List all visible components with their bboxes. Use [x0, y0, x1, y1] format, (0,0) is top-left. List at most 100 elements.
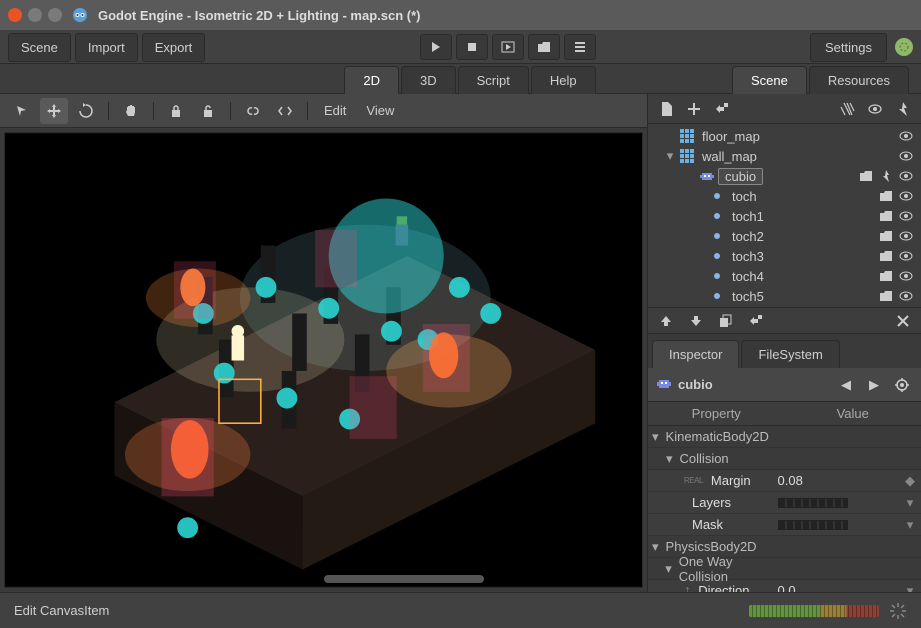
tab-resources[interactable]: Resources: [809, 66, 909, 94]
update-spinner-icon[interactable]: [895, 38, 913, 56]
property-value[interactable]: 0.08: [778, 473, 904, 488]
list-button[interactable]: [564, 34, 596, 60]
import-menu[interactable]: Import: [75, 33, 138, 62]
tab-help[interactable]: Help: [531, 66, 596, 94]
reparent2-button[interactable]: [744, 310, 768, 332]
eye-icon[interactable]: [897, 147, 915, 165]
eye-icon[interactable]: [897, 287, 915, 305]
node-label[interactable]: toch4: [728, 268, 768, 285]
eye-icon[interactable]: [897, 187, 915, 205]
node-label[interactable]: toch3: [728, 248, 768, 265]
code-tool[interactable]: [271, 98, 299, 124]
viewport-scrollbar[interactable]: [324, 575, 484, 583]
new-node-button[interactable]: [654, 98, 678, 120]
tree-row-toch5[interactable]: toch5: [648, 286, 921, 306]
move-tool[interactable]: [40, 98, 68, 124]
node-label[interactable]: wall_map: [698, 148, 761, 165]
tree-row-floor_map[interactable]: floor_map: [648, 126, 921, 146]
bolt-icon[interactable]: [877, 167, 895, 185]
link-tool[interactable]: [239, 98, 267, 124]
script-button[interactable]: [891, 98, 915, 120]
clear-button[interactable]: [835, 98, 859, 120]
eye-icon[interactable]: [897, 127, 915, 145]
tab-3d[interactable]: 3D: [401, 66, 456, 94]
node-label[interactable]: floor_map: [698, 128, 764, 145]
property-row[interactable]: Layers▾: [648, 492, 921, 514]
play-scene-button[interactable]: [492, 34, 524, 60]
viewport-2d[interactable]: [4, 132, 643, 588]
tree-row-toch2[interactable]: toch2: [648, 226, 921, 246]
window-close-button[interactable]: [8, 8, 22, 22]
folder-icon[interactable]: [877, 287, 895, 305]
folder-icon[interactable]: [877, 247, 895, 265]
scene-tree[interactable]: floor_map ▾ wall_mapcubio toch toch1 toch2 toc…: [648, 124, 921, 307]
play-button[interactable]: [420, 34, 452, 60]
property-value[interactable]: [778, 520, 904, 530]
property-row[interactable]: ▾Collision: [648, 448, 921, 470]
anchor-button[interactable]: [863, 98, 887, 120]
node-label[interactable]: cubio: [718, 168, 763, 185]
property-row[interactable]: REALMargin0.08◆: [648, 470, 921, 492]
eye-icon[interactable]: [897, 207, 915, 225]
tree-row-toch[interactable]: toch: [648, 186, 921, 206]
rotate-tool[interactable]: [72, 98, 100, 124]
move-down-button[interactable]: [684, 310, 708, 332]
tree-row-toch4[interactable]: toch4: [648, 266, 921, 286]
tab-script[interactable]: Script: [458, 66, 529, 94]
settings-button[interactable]: Settings: [810, 33, 887, 62]
delete-node-button[interactable]: [891, 310, 915, 332]
stop-button[interactable]: [456, 34, 488, 60]
tree-row-cubio[interactable]: cubio: [648, 166, 921, 186]
pan-tool[interactable]: [117, 98, 145, 124]
view-menu[interactable]: View: [358, 99, 402, 122]
select-tool[interactable]: [8, 98, 36, 124]
move-up-button[interactable]: [654, 310, 678, 332]
more-icon[interactable]: ▾: [903, 517, 917, 533]
window-minimize-button[interactable]: [28, 8, 42, 22]
add-node-button[interactable]: [682, 98, 706, 120]
more-icon[interactable]: ◆: [903, 473, 917, 489]
tree-row-wall_map[interactable]: ▾ wall_map: [648, 146, 921, 166]
scene-menu[interactable]: Scene: [8, 33, 71, 62]
node-label[interactable]: toch1: [728, 208, 768, 225]
property-list[interactable]: ▾KinematicBody2D▾CollisionREALMargin0.08…: [648, 426, 921, 592]
property-value[interactable]: 0,0: [778, 583, 904, 592]
tab-2d[interactable]: 2D: [344, 66, 399, 94]
more-icon[interactable]: ▾: [903, 583, 917, 593]
folder-icon[interactable]: [877, 267, 895, 285]
eye-icon[interactable]: [897, 267, 915, 285]
window-maximize-button[interactable]: [48, 8, 62, 22]
node-label[interactable]: toch5: [728, 288, 768, 305]
node-label[interactable]: toch2: [728, 228, 768, 245]
edit-menu[interactable]: Edit: [316, 99, 354, 122]
history-back-button[interactable]: ◀: [835, 374, 857, 396]
lock-tool[interactable]: [162, 98, 190, 124]
reparent-button[interactable]: [710, 98, 734, 120]
node-label[interactable]: toch: [728, 188, 761, 205]
history-forward-button[interactable]: ▶: [863, 374, 885, 396]
tree-row-toch1[interactable]: toch1: [648, 206, 921, 226]
folder-icon[interactable]: [877, 227, 895, 245]
property-row[interactable]: Mask▾: [648, 514, 921, 536]
tab-scene[interactable]: Scene: [732, 66, 807, 94]
tab-inspector[interactable]: Inspector: [652, 340, 739, 368]
tab-filesystem[interactable]: FileSystem: [741, 340, 839, 368]
eye-icon[interactable]: [897, 227, 915, 245]
layer-grid[interactable]: [778, 520, 848, 530]
layer-grid[interactable]: [778, 498, 848, 508]
property-row[interactable]: ▾One Way Collision: [648, 558, 921, 580]
folder-icon[interactable]: [877, 187, 895, 205]
folder-icon[interactable]: [877, 207, 895, 225]
export-menu[interactable]: Export: [142, 33, 206, 62]
duplicate-button[interactable]: [714, 310, 738, 332]
more-icon[interactable]: ▾: [903, 495, 917, 511]
inspector-settings-button[interactable]: [891, 374, 913, 396]
property-row[interactable]: ▾KinematicBody2D: [648, 426, 921, 448]
folder-icon[interactable]: [857, 167, 875, 185]
unlock-tool[interactable]: [194, 98, 222, 124]
eye-icon[interactable]: [897, 247, 915, 265]
property-value[interactable]: [778, 498, 904, 508]
open-folder-button[interactable]: [528, 34, 560, 60]
eye-icon[interactable]: [897, 167, 915, 185]
expand-icon[interactable]: ▾: [664, 148, 676, 164]
